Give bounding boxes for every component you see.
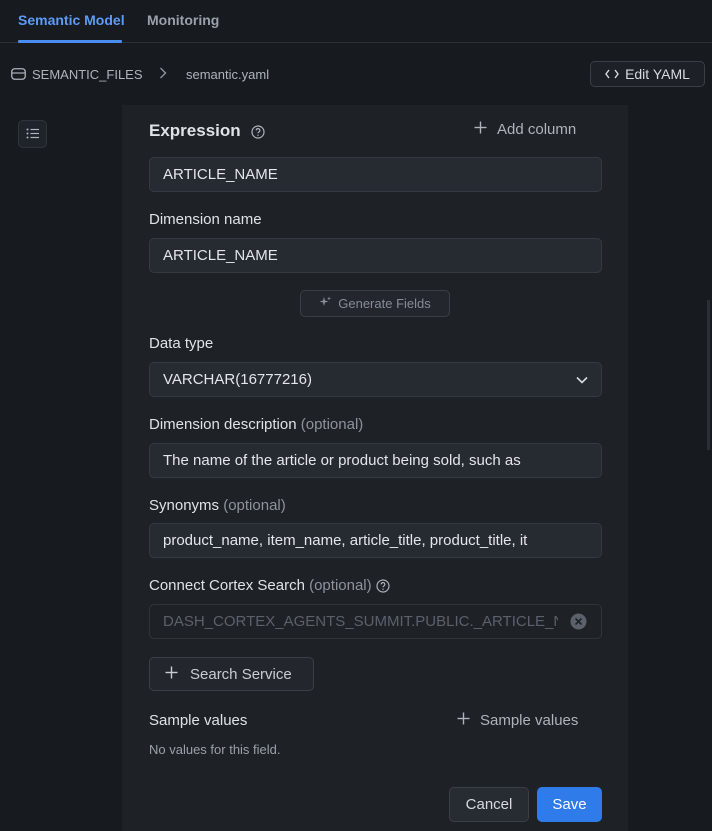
top-tabs: Semantic Model Monitoring [0, 0, 712, 43]
sample-values-label: Sample values [149, 712, 248, 729]
dimension-name-input[interactable]: ARTICLE_NAME [149, 238, 602, 273]
cortex-search-label: Connect Cortex Search [149, 577, 305, 594]
chevron-right-icon [159, 66, 167, 83]
plus-icon [474, 121, 487, 138]
add-column-label: Add column [497, 121, 577, 138]
plus-icon [457, 712, 470, 729]
data-type-select[interactable]: VARCHAR(16777216) [149, 362, 602, 397]
tab-monitoring[interactable]: Monitoring [147, 12, 219, 28]
chevron-down-icon [576, 371, 588, 388]
sparkle-icon [319, 296, 332, 312]
expression-label-row: Expression [149, 121, 265, 141]
code-icon [605, 66, 619, 82]
edit-yaml-button[interactable]: Edit YAML [590, 61, 705, 87]
description-input[interactable]: The name of the article or product being… [149, 443, 602, 478]
database-icon [11, 67, 26, 83]
add-sample-values-label: Sample values [480, 712, 579, 729]
dimension-name-label: Dimension name [149, 211, 262, 228]
plus-icon [165, 666, 178, 683]
outline-toggle-button[interactable] [18, 120, 47, 148]
expression-input[interactable]: ARTICLE_NAME [149, 157, 602, 192]
description-optional: (optional) [300, 416, 364, 433]
cortex-search-optional: (optional) [309, 577, 372, 594]
generate-fields-label: Generate Fields [338, 296, 431, 311]
cancel-button[interactable]: Cancel [449, 787, 529, 822]
search-service-label: Search Service [190, 665, 292, 683]
description-label: Dimension description [149, 416, 297, 433]
expression-label: Expression [149, 121, 241, 140]
breadcrumb-file[interactable]: semantic.yaml [186, 67, 269, 82]
breadcrumb-root[interactable]: SEMANTIC_FILES [32, 67, 143, 82]
scrollbar[interactable] [707, 300, 710, 450]
tab-semantic-model[interactable]: Semantic Model [18, 12, 125, 28]
data-type-label: Data type [149, 335, 214, 352]
data-type-value: VARCHAR(16777216) [163, 371, 312, 388]
edit-yaml-label: Edit YAML [625, 66, 690, 82]
cortex-search-input: DASH_CORTEX_AGENTS_SUMMIT.PUBLIC._ARTICL… [149, 604, 602, 639]
synonyms-label: Synonyms [149, 497, 220, 514]
add-sample-values-button[interactable]: Sample values [457, 712, 578, 729]
help-icon[interactable] [251, 124, 265, 139]
description-label-row: Dimension description (optional) [149, 416, 363, 433]
generate-fields-button[interactable]: Generate Fields [300, 290, 450, 317]
list-icon [26, 126, 40, 142]
synonyms-optional: (optional) [223, 497, 286, 514]
save-button[interactable]: Save [537, 787, 602, 822]
synonyms-input[interactable]: product_name, item_name, article_title, … [149, 523, 602, 558]
sample-values-empty-text: No values for this field. [149, 742, 281, 757]
add-search-service-button[interactable]: Search Service [149, 657, 314, 691]
add-column-button[interactable]: Add column [474, 121, 576, 138]
help-icon[interactable] [376, 579, 390, 593]
cortex-search-label-row: Connect Cortex Search (optional) [149, 577, 390, 594]
clear-icon[interactable] [570, 613, 587, 633]
cortex-search-value: DASH_CORTEX_AGENTS_SUMMIT.PUBLIC._ARTICL… [163, 613, 558, 630]
synonyms-label-row: Synonyms (optional) [149, 497, 286, 514]
